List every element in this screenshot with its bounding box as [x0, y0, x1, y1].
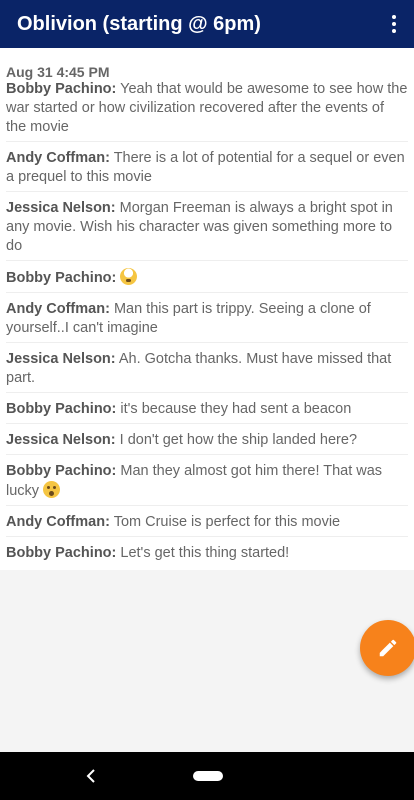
message-text: Tom Cruise is perfect for this movie [109, 514, 341, 530]
exploding-head-emoji-icon [120, 268, 138, 285]
list-item: Bobby Pachino: Man they almost got him t… [6, 462, 408, 506]
list-item: Bobby Pachino: Let's get this thing star… [6, 544, 408, 567]
app-bar: Oblivion (starting @ 6pm) [0, 0, 414, 48]
compose-button[interactable] [360, 620, 414, 676]
message-sender: Andy Coffman: [6, 301, 110, 317]
list-item: Andy Coffman: Man this part is trippy. S… [6, 300, 408, 343]
message-sender: Andy Coffman: [6, 150, 110, 166]
message-sender: Jessica Nelson: [6, 351, 116, 367]
list-item: Bobby Pachino: Yeah that would be awesom… [6, 80, 408, 142]
message-sender: Bobby Pachino: [6, 270, 117, 286]
back-icon[interactable] [82, 766, 100, 786]
message-sender: Jessica Nelson: [6, 200, 116, 216]
message-text: it's because they had sent a beacon [116, 401, 352, 417]
list-item: Andy Coffman: There is a lot of potentia… [6, 149, 408, 192]
message-sender: Bobby Pachino: [6, 401, 117, 417]
home-pill-icon[interactable] [193, 771, 223, 781]
list-item: Jessica Nelson: Morgan Freeman is always… [6, 199, 408, 261]
list-item: Bobby Pachino: it's because they had sen… [6, 400, 408, 424]
message-sender: Jessica Nelson: [6, 432, 116, 448]
pencil-icon [379, 639, 397, 657]
chat-log: Aug 31 4:45 PM Bobby Pachino: Yeah that … [0, 48, 414, 570]
message-sender: Andy Coffman: [6, 514, 110, 530]
date-header: Aug 31 4:45 PM [6, 64, 110, 80]
list-item: Andy Coffman: Tom Cruise is perfect for … [6, 513, 408, 537]
system-nav-bar [0, 752, 414, 800]
page-title: Oblivion (starting @ 6pm) [17, 12, 261, 35]
list-item: Jessica Nelson: Ah. Gotcha thanks. Must … [6, 350, 408, 393]
message-sender: Bobby Pachino: [6, 81, 117, 97]
more-vert-icon[interactable] [382, 10, 406, 38]
list-item: Jessica Nelson: I don't get how the ship… [6, 431, 408, 455]
message-text: Let's get this thing started! [116, 545, 290, 561]
message-sender: Bobby Pachino: [6, 463, 117, 479]
worried-face-emoji-icon [43, 481, 61, 498]
message-text: I don't get how the ship landed here? [115, 432, 358, 448]
message-sender: Bobby Pachino: [6, 545, 117, 561]
list-item: Bobby Pachino: [6, 268, 408, 293]
